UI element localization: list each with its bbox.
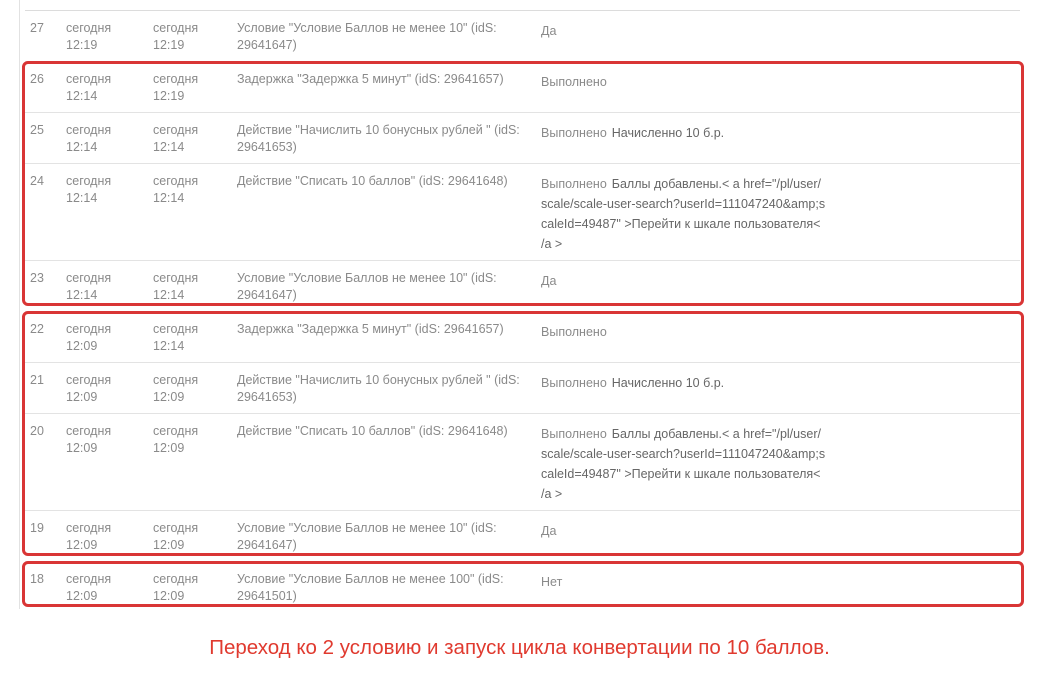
status-text: Да xyxy=(541,524,557,538)
step-description: Условие "Условие Баллов не менее 100" (i… xyxy=(237,572,504,603)
status-text: Да xyxy=(541,24,557,38)
table-row: 24 сегодня 12:14 сегодня 12:14 Действие "С… xyxy=(25,164,1020,261)
row-id: 25 xyxy=(30,123,44,137)
result-text: Начисленно 10 б.р. xyxy=(611,126,725,140)
start-time: сегодня 12:14 xyxy=(66,72,112,103)
end-time: сегодня 12:14 xyxy=(153,174,199,205)
end-time: сегодня 12:19 xyxy=(153,72,199,103)
table-row: 27 сегодня 12:19 сегодня 12:19 Условие "Ус… xyxy=(25,11,1020,62)
step-description: Задержка "Задержка 5 минут" (idS: 296416… xyxy=(237,72,504,86)
row-id: 19 xyxy=(30,521,44,535)
status-text: Выполнено xyxy=(541,177,607,191)
row-id: 18 xyxy=(30,572,44,586)
table-row: 25 сегодня 12:14 сегодня 12:14 Действие "Н… xyxy=(25,113,1020,164)
start-time: сегодня 12:09 xyxy=(66,424,112,455)
annotation-caption: Переход ко 2 условию и запуск цикла конв… xyxy=(209,636,830,659)
row-id: 23 xyxy=(30,271,44,285)
row-id: 20 xyxy=(30,424,44,438)
status-text: Выполнено xyxy=(541,427,607,441)
start-time: сегодня 12:14 xyxy=(66,123,112,154)
status-cell: Да xyxy=(541,21,831,41)
start-time: сегодня 12:14 xyxy=(66,174,112,205)
start-time: сегодня 12:14 xyxy=(66,271,112,302)
status-cell: Выполнено xyxy=(541,322,831,342)
step-description: Задержка "Задержка 5 минут" (idS: 296416… xyxy=(237,322,504,336)
end-time: сегодня 12:14 xyxy=(153,271,199,302)
row-id: 26 xyxy=(30,72,44,86)
step-description: Действие "Начислить 10 бонусных рублей "… xyxy=(237,373,520,404)
status-cell: Выполнено xyxy=(541,72,831,92)
status-text: Выполнено xyxy=(541,75,607,89)
start-time: сегодня 12:09 xyxy=(66,322,112,353)
start-time: сегодня 12:09 xyxy=(66,521,112,552)
status-text: Выполнено xyxy=(541,325,607,339)
step-description: Условие "Условие Баллов не менее 10" (id… xyxy=(237,21,497,52)
end-time: сегодня 12:14 xyxy=(153,322,199,353)
step-description: Условие "Условие Баллов не менее 10" (id… xyxy=(237,521,497,552)
status-cell: Выполнено Баллы добавлены.< a href="/pl/u… xyxy=(541,174,826,254)
status-cell: Выполнено Начисленно 10 б.р. xyxy=(541,123,831,143)
end-time: сегодня 12:09 xyxy=(153,373,199,404)
result-text: Начисленно 10 б.р. xyxy=(611,376,725,390)
step-description: Условие "Условие Баллов не менее 10" (id… xyxy=(237,271,497,302)
end-time: сегодня 12:14 xyxy=(153,123,199,154)
status-cell: Да xyxy=(541,271,831,291)
status-text: Нет xyxy=(541,575,563,589)
status-text: Выполнено xyxy=(541,376,607,390)
row-id: 27 xyxy=(30,21,44,35)
status-text: Да xyxy=(541,274,557,288)
end-time: сегодня 12:19 xyxy=(153,21,199,52)
table-row: 19 сегодня 12:09 сегодня 12:09 Условие "Ус… xyxy=(25,511,1020,562)
row-id: 22 xyxy=(30,322,44,336)
row-id: 24 xyxy=(30,174,44,188)
step-description: Действие "Списать 10 баллов" (idS: 29641… xyxy=(237,174,508,188)
step-description: Действие "Списать 10 баллов" (idS: 29641… xyxy=(237,424,508,438)
table-row: 22 сегодня 12:09 сегодня 12:14 Задержка "З… xyxy=(25,312,1020,363)
step-description: Действие "Начислить 10 бонусных рублей "… xyxy=(237,123,520,154)
end-time: сегодня 12:09 xyxy=(153,521,199,552)
start-time: сегодня 12:09 xyxy=(66,572,112,603)
table-row: 18 сегодня 12:09 сегодня 12:09 Условие "Ус… xyxy=(25,562,1020,609)
row-id: 21 xyxy=(30,373,44,387)
status-cell: Выполнено Начисленно 10 б.р. xyxy=(541,373,831,393)
table-row: 20 сегодня 12:09 сегодня 12:09 Действие "С… xyxy=(25,414,1020,511)
status-cell: Да xyxy=(541,521,831,541)
table-row: 21 сегодня 12:09 сегодня 12:09 Действие "Н… xyxy=(25,363,1020,414)
status-cell: Нет xyxy=(541,572,831,592)
status-cell: Выполнено Баллы добавлены.< a href="/pl/u… xyxy=(541,424,826,504)
start-time: сегодня 12:09 xyxy=(66,373,112,404)
end-time: сегодня 12:09 xyxy=(153,424,199,455)
table-row: 26 сегодня 12:14 сегодня 12:19 Задержка "З… xyxy=(25,62,1020,113)
start-time: сегодня 12:19 xyxy=(66,21,112,52)
status-text: Выполнено xyxy=(541,126,607,140)
table-row: 23 сегодня 12:14 сегодня 12:14 Условие "Ус… xyxy=(25,261,1020,312)
end-time: сегодня 12:09 xyxy=(153,572,199,603)
